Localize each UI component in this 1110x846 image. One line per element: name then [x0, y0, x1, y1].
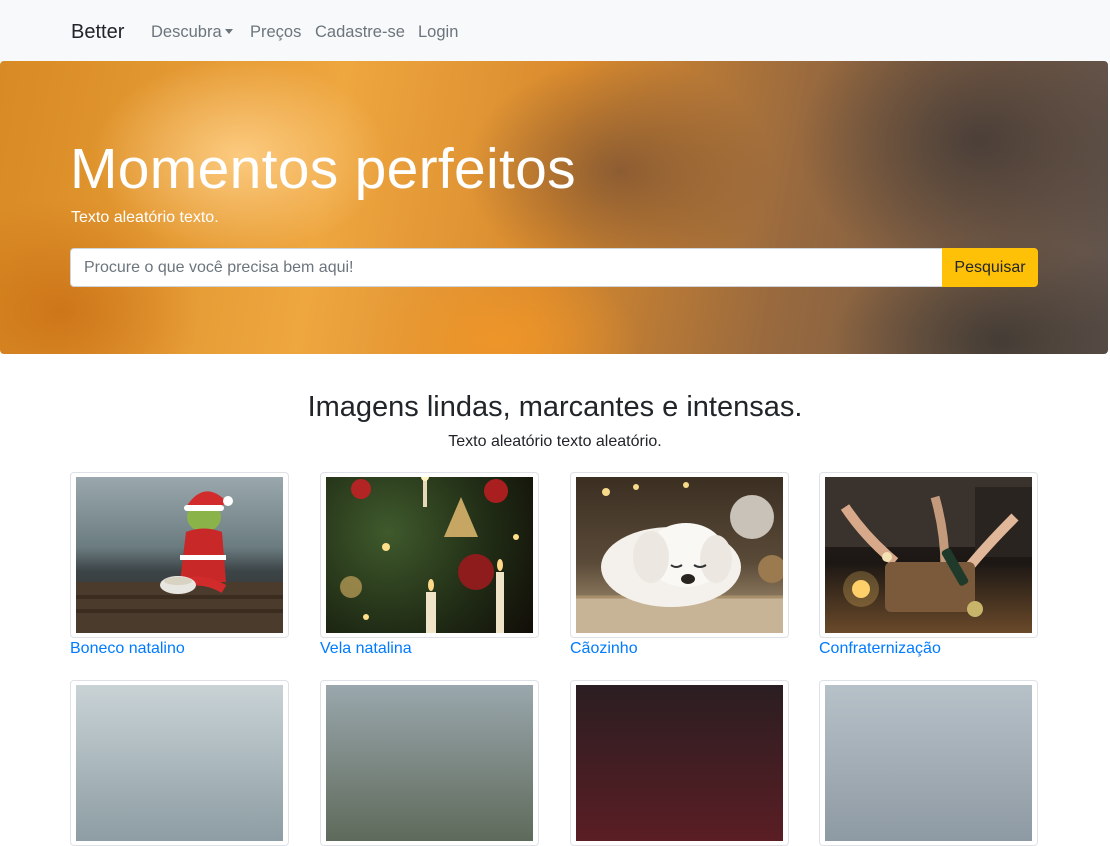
nav-item-descubra[interactable]: Descubra	[151, 23, 233, 42]
gallery-photo	[825, 477, 1032, 633]
section-title: Imagens lindas, marcantes e intensas.	[307, 391, 803, 423]
hero-title: Momentos perfeitos	[70, 137, 576, 201]
gallery-caption[interactable]: Boneco natalino	[70, 640, 185, 658]
caret-down-icon	[224, 28, 233, 34]
gallery-photo	[326, 685, 533, 841]
gallery-photo	[76, 685, 283, 841]
hero-subtitle: Texto aleatório texto.	[71, 209, 219, 226]
gallery-caption[interactable]: Confraternização	[819, 640, 941, 658]
gallery-photo	[576, 685, 783, 841]
gallery-thumbnail[interactable]	[70, 472, 289, 638]
search-input[interactable]	[70, 248, 942, 287]
brand-logo[interactable]: Better	[71, 21, 124, 44]
navbar: Better Descubra Preços Cadastre-se Login	[0, 0, 1110, 62]
gallery-photo	[326, 477, 533, 633]
nav-item-login[interactable]: Login	[418, 23, 458, 42]
gallery-thumbnail[interactable]	[570, 472, 789, 638]
nav-item-precos[interactable]: Preços	[250, 23, 301, 42]
gallery-thumbnail[interactable]	[570, 680, 789, 846]
gallery-caption[interactable]: Cãozinho	[570, 640, 638, 658]
gallery-thumbnail[interactable]	[819, 472, 1038, 638]
gallery-caption[interactable]: Vela natalina	[320, 640, 412, 658]
search-button[interactable]: Pesquisar	[942, 248, 1038, 287]
nav-item-label: Descubra	[151, 23, 222, 41]
gallery-photo	[576, 477, 783, 633]
gallery-photo	[76, 477, 283, 633]
gallery-thumbnail[interactable]	[320, 472, 539, 638]
hero-banner: Momentos perfeitos Texto aleatório texto…	[0, 61, 1108, 354]
gallery-thumbnail[interactable]	[819, 680, 1038, 846]
section-subtitle: Texto aleatório texto aleatório.	[448, 433, 662, 450]
nav-item-cadastre[interactable]: Cadastre-se	[315, 23, 405, 42]
gallery-thumbnail[interactable]	[320, 680, 539, 846]
gallery-thumbnail[interactable]	[70, 680, 289, 846]
gallery-photo	[825, 685, 1032, 841]
